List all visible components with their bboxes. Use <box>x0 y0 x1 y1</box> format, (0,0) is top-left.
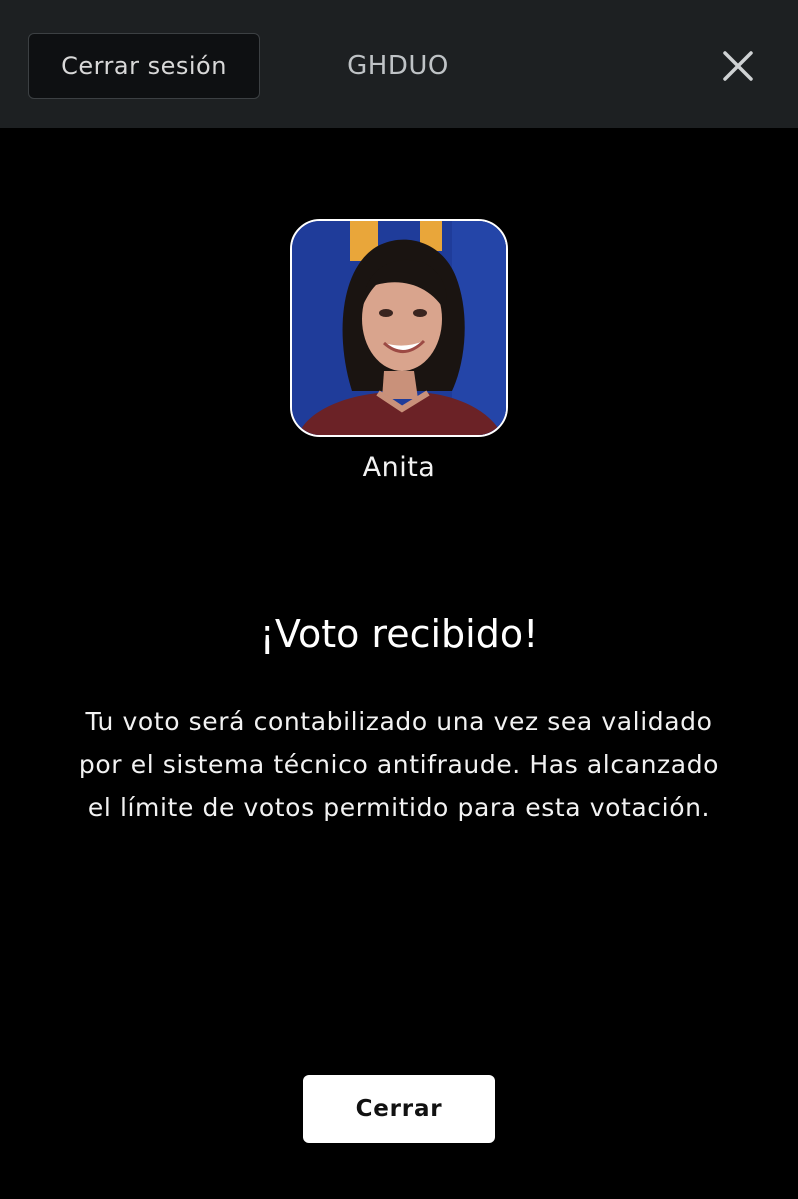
header-title: GHDUO <box>347 51 449 81</box>
candidate-photo <box>290 219 508 437</box>
confirmation-title: ¡Voto recibido! <box>259 612 539 656</box>
vote-confirmation-screen: Cerrar sesión GHDUO Anita ¡Voto recibido… <box>0 0 798 1199</box>
confirmation-message: Tu voto será contabilizado una vez sea v… <box>78 707 720 822</box>
candidate-name: Anita <box>362 452 436 483</box>
logout-button[interactable]: Cerrar sesión <box>28 33 260 99</box>
close-button[interactable]: Cerrar <box>303 1075 495 1143</box>
top-bar: Cerrar sesión GHDUO <box>0 0 798 128</box>
close-icon[interactable] <box>716 44 760 88</box>
